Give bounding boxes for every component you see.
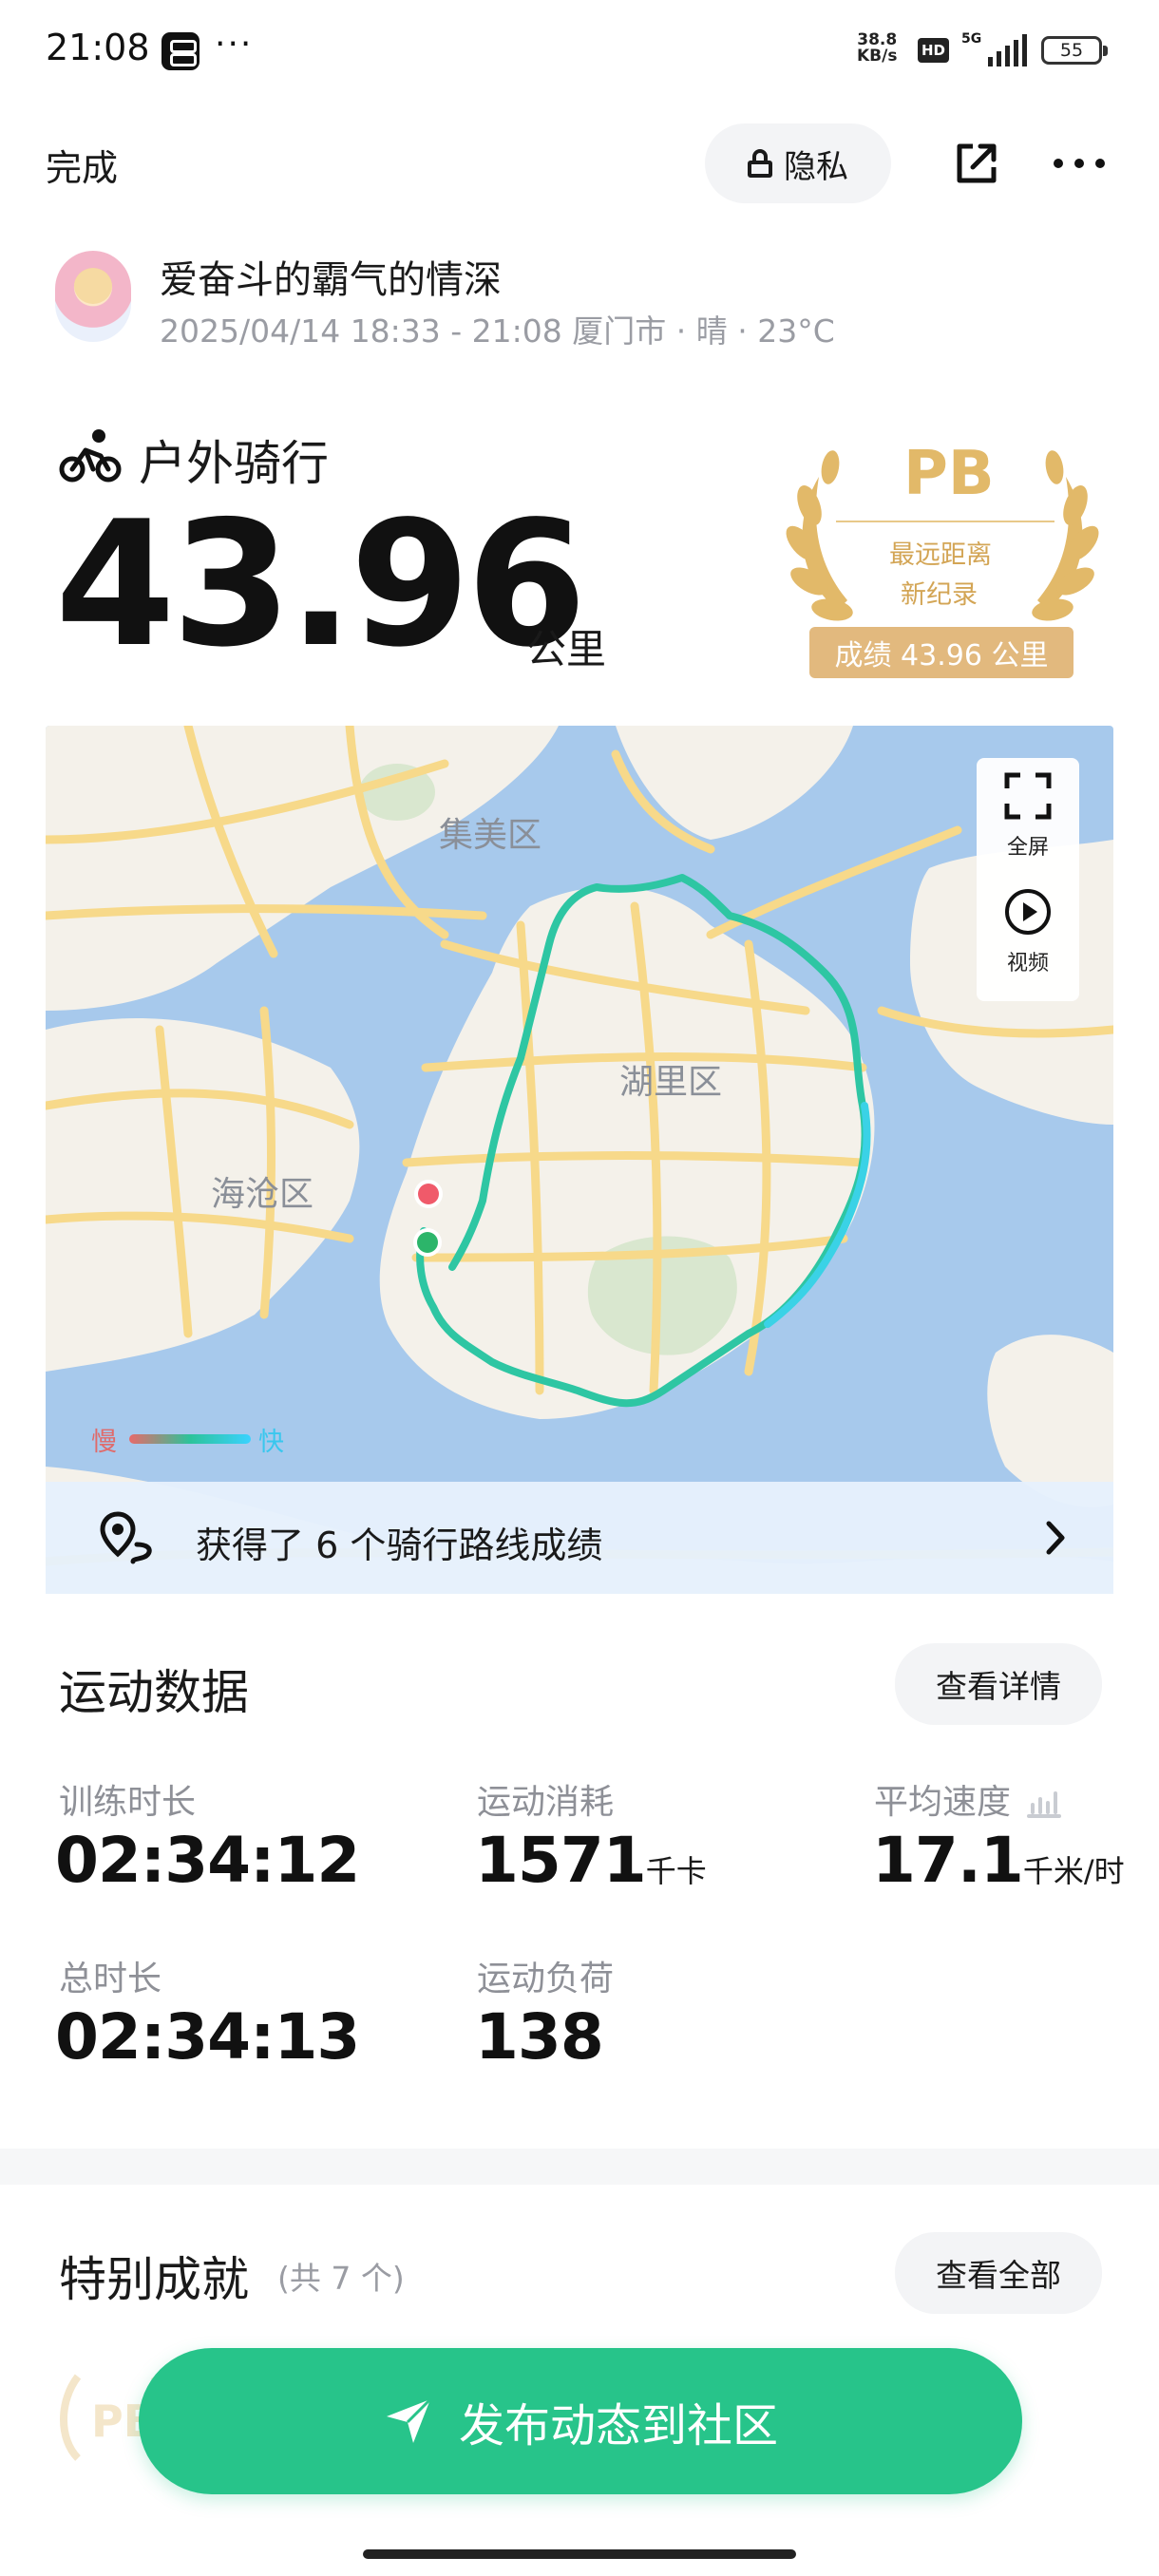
stat-label-total-time: 总时长 <box>59 1960 162 1998</box>
pb-score: 成绩 43.96 公里 <box>809 627 1074 678</box>
stat-value-training-load: 138 <box>475 2000 604 2074</box>
map-label-huli: 湖里区 <box>619 1063 723 1102</box>
publish-to-community-button[interactable]: 发布动态到社区 <box>139 2348 1022 2494</box>
stat-label-training-load: 运动负荷 <box>477 1960 615 1998</box>
battery-icon: 55 <box>1041 36 1108 65</box>
map-label-jimei: 集美区 <box>439 816 542 855</box>
share-icon[interactable] <box>954 141 999 186</box>
send-icon <box>386 2397 432 2443</box>
pb-record-type: 最远距离 <box>889 540 992 570</box>
distance-unit: 公里 <box>526 626 607 672</box>
stat-label-avg-speed: 平均速度 <box>874 1774 1063 1824</box>
end-marker <box>418 1184 439 1204</box>
chevron-right-icon <box>1046 1521 1065 1555</box>
speed-legend-bar <box>129 1434 251 1444</box>
pb-title: PB <box>903 439 995 509</box>
stat-value-total-time: 02:34:13 <box>55 2000 360 2074</box>
section-divider <box>0 2149 1159 2185</box>
network-type: 5G <box>961 31 982 47</box>
fullscreen-button[interactable]: 全屏 <box>977 771 1079 861</box>
hd-badge: HD <box>918 38 950 63</box>
start-marker <box>417 1232 438 1253</box>
achievements-count: (共 7 个) <box>277 2260 405 2297</box>
route-achievements-text: 获得了 6 个骑行路线成绩 <box>196 1525 603 1566</box>
network-speed-unit: KB/s <box>857 47 898 66</box>
status-time: 21:08 <box>46 27 150 68</box>
route-achievements-banner[interactable]: 获得了 6 个骑行路线成绩 <box>46 1482 1113 1594</box>
video-label: 视频 <box>1006 952 1049 975</box>
publish-label: 发布动态到社区 <box>458 2399 778 2453</box>
stat-value-avg-speed: 17.1千米/时 <box>872 1824 1125 1897</box>
pb-divider <box>836 521 1054 522</box>
stat-label-calories: 运动消耗 <box>477 1783 615 1822</box>
map-label-haicang: 海沧区 <box>211 1175 314 1214</box>
video-button[interactable]: 视频 <box>977 887 1079 976</box>
done-button[interactable]: 完成 <box>46 139 118 191</box>
distance-value: 43.96 <box>55 483 587 685</box>
fullscreen-icon <box>1004 772 1052 820</box>
user-name: 爱奋斗的霸气的情深 <box>160 258 502 302</box>
route-pin-icon <box>100 1511 152 1564</box>
map-controls: 全屏 视频 <box>977 758 1079 1001</box>
view-details-button[interactable]: 查看详情 <box>895 1643 1102 1725</box>
capcut-app-icon <box>162 32 200 70</box>
avatar[interactable] <box>55 251 131 342</box>
pb-new-record: 新纪录 <box>901 580 978 610</box>
legend-fast: 快 <box>258 1428 284 1457</box>
play-icon <box>1005 889 1051 935</box>
stat-value-calories: 1571千卡 <box>475 1824 707 1897</box>
workout-meta: 2025/04/14 18:33 - 21:08 厦门市 · 晴 · 23°C <box>160 313 835 350</box>
cycling-icon <box>59 429 122 483</box>
more-notifications-icon: ··· <box>215 25 254 64</box>
more-options-icon[interactable] <box>1051 154 1108 173</box>
battery-level: 55 <box>1059 40 1084 61</box>
signal-icon: 5G <box>961 32 1028 66</box>
stat-label-training-time: 训练时长 <box>59 1783 197 1822</box>
view-all-button[interactable]: 查看全部 <box>895 2232 1102 2314</box>
speed-chart-icon <box>1027 1791 1062 1818</box>
stat-value-training-time: 02:34:12 <box>55 1824 360 1897</box>
sport-data-title: 运动数据 <box>59 1665 249 1720</box>
privacy-button[interactable]: 隐私 <box>705 123 891 203</box>
legend-slow: 慢 <box>91 1428 117 1457</box>
privacy-label: 隐私 <box>784 147 848 186</box>
fullscreen-label: 全屏 <box>1006 836 1049 860</box>
network-speed: 38.8 KB/s <box>857 32 897 65</box>
route-map[interactable] <box>46 726 1113 1594</box>
home-indicator[interactable] <box>363 2549 796 2559</box>
achievements-title: 特别成就 <box>59 2252 249 2307</box>
lock-icon <box>748 149 772 178</box>
